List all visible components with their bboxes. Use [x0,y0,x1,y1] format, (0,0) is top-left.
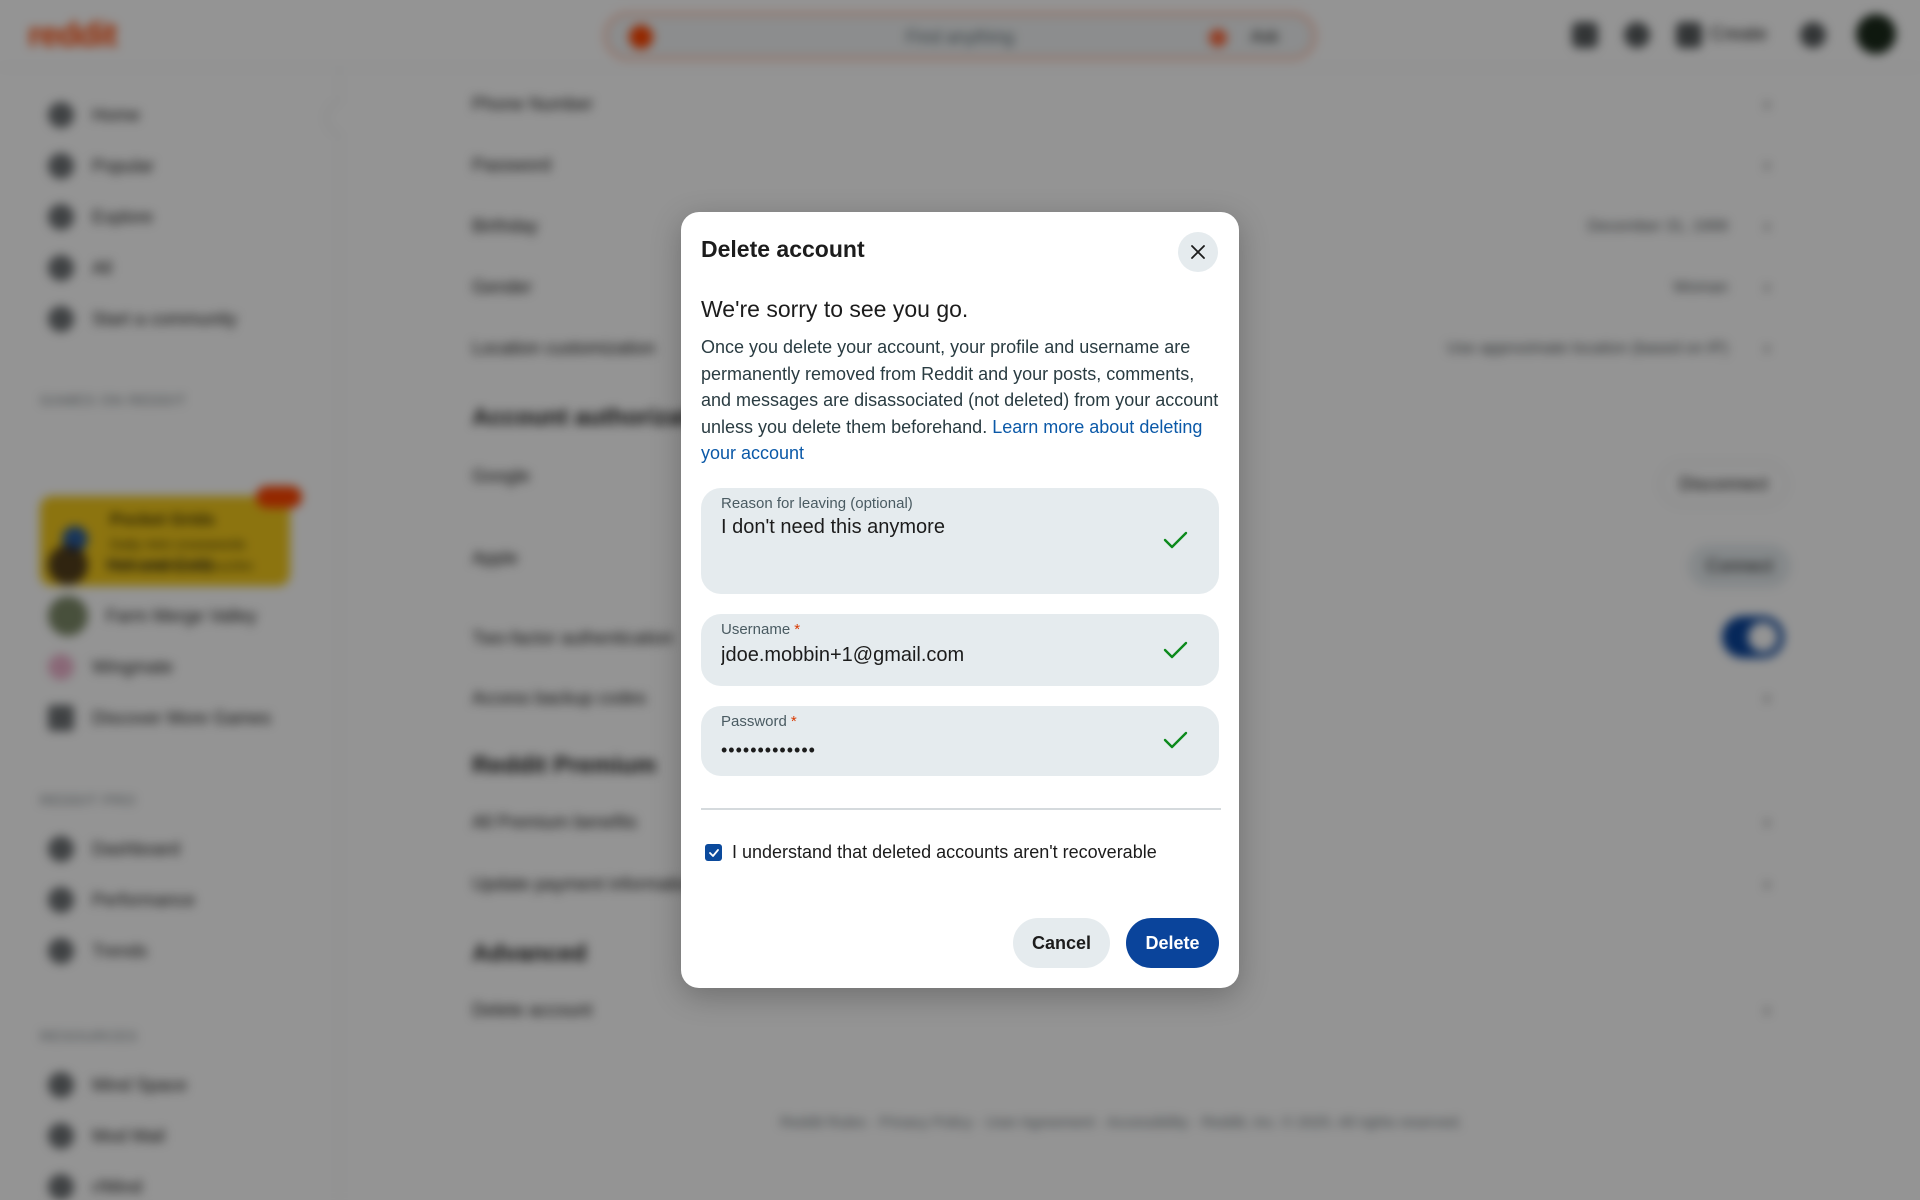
check-icon [1163,731,1188,749]
check-icon [1163,531,1188,549]
cancel-button[interactable]: Cancel [1013,918,1110,968]
reason-label: Reason for leaving (optional) [721,495,913,512]
username-field[interactable]: Username * [701,614,1219,686]
username-input[interactable] [721,644,1151,667]
close-button[interactable] [1178,232,1218,272]
acknowledge-checkbox[interactable] [705,844,722,861]
password-label: Password * [721,713,797,730]
check-icon [1163,641,1188,659]
acknowledge-label: I understand that deleted accounts aren'… [732,842,1157,862]
dialog-title: Delete account [701,236,865,262]
password-input[interactable]: ••••••••••••• [721,740,1151,761]
reason-field[interactable]: Reason for leaving (optional) I don't ne… [701,488,1219,594]
password-field[interactable]: Password * ••••••••••••• [701,706,1219,776]
checkmark-icon [708,848,719,857]
dialog-description: Once you delete your account, your profi… [701,337,1219,464]
delete-button[interactable]: Delete [1126,918,1219,968]
dialog-subtitle: We're sorry to see you go. [701,296,969,322]
delete-account-dialog: Delete account We're sorry to see you go… [681,212,1239,988]
acknowledge-checkbox-row[interactable]: I understand that deleted accounts aren'… [705,842,1157,863]
divider [701,808,1221,810]
username-label: Username * [721,621,801,638]
reason-input[interactable]: I don't need this anymore [721,516,1151,572]
close-icon [1191,245,1205,259]
